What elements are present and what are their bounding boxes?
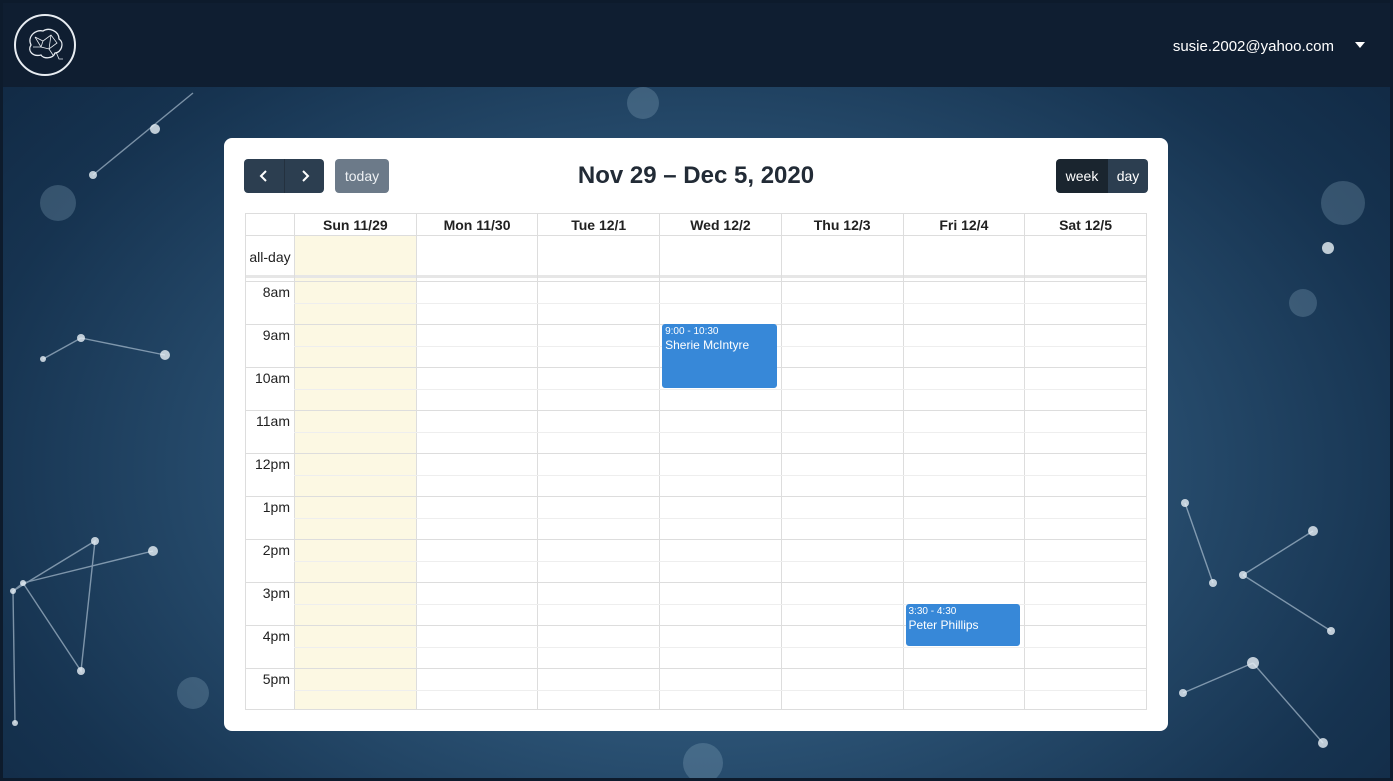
day-header: Sat 12/5 <box>1024 214 1146 236</box>
hour-line <box>246 496 1146 497</box>
user-email[interactable]: susie.2002@yahoo.com <box>1173 38 1334 55</box>
time-slot-label: 3pm <box>262 585 290 601</box>
brain-logo-icon[interactable] <box>14 14 76 76</box>
column-divider <box>902 236 904 709</box>
half-hour-line <box>294 474 1146 476</box>
half-hour-line <box>294 302 1146 304</box>
event-title: Peter Phillips <box>908 617 979 632</box>
time-slot-label: 5pm <box>262 671 290 687</box>
time-slot-label: 12pm <box>254 456 290 472</box>
day-header-row: Sun 11/29 Mon 11/30 Tue 12/1 Wed 12/2 Thu 12… <box>246 214 1146 236</box>
app-frame: susie.2002@yahoo.com today Nov 29 – Dec … <box>3 3 1390 778</box>
column-divider <box>780 236 782 709</box>
all-day-row: all-day <box>246 236 1146 278</box>
hour-line <box>246 582 1146 583</box>
hour-line <box>246 668 1146 669</box>
day-header: Tue 12/1 <box>537 214 659 236</box>
time-slot-label: 11am <box>256 413 290 429</box>
time-slot-label: 9am <box>262 327 290 343</box>
day-header: Thu 12/3 <box>780 214 903 236</box>
day-header: Wed 12/2 <box>659 214 781 236</box>
day-header: Sun 11/29 <box>294 214 416 236</box>
calendar-event[interactable]: 3:30 - 4:30 Peter Phillips <box>905 603 1021 646</box>
column-divider <box>1024 236 1026 709</box>
time-slot-label: 4pm <box>262 628 290 644</box>
half-hour-line <box>294 689 1146 691</box>
event-time: 9:00 - 10:30 <box>665 326 719 337</box>
column-divider <box>415 236 417 709</box>
user-menu-caret-icon[interactable] <box>1355 42 1365 48</box>
hour-line <box>246 539 1146 540</box>
column-divider <box>1145 236 1147 709</box>
half-hour-line <box>294 560 1146 562</box>
half-hour-line <box>294 388 1146 390</box>
today-column-highlight <box>294 236 416 709</box>
column-divider <box>659 236 661 709</box>
top-navbar: susie.2002@yahoo.com <box>3 3 1390 87</box>
time-slot-label: 8am <box>262 284 290 300</box>
calendar-event[interactable]: 9:00 - 10:30 Sherie McIntyre <box>662 324 777 388</box>
column-divider <box>294 236 295 709</box>
hour-line <box>246 453 1146 454</box>
column-divider <box>537 236 539 709</box>
week-grid: Sun 11/29 Mon 11/30 Tue 12/1 Wed 12/2 Thu 12… <box>245 213 1147 710</box>
hour-line <box>246 281 1146 282</box>
hour-line <box>246 410 1146 411</box>
time-slot-label: 10am <box>254 370 290 386</box>
all-day-label: all-day <box>249 249 291 265</box>
view-button-group: week day <box>1056 159 1148 193</box>
day-header: Mon 11/30 <box>415 214 538 236</box>
day-header: Fri 12/4 <box>902 214 1025 236</box>
day-view-button[interactable]: day <box>1108 159 1148 193</box>
half-hour-line <box>294 431 1146 433</box>
calendar-card: today Nov 29 – Dec 5, 2020 week day Sun … <box>224 138 1168 731</box>
calendar-title: Nov 29 – Dec 5, 2020 <box>577 162 815 189</box>
week-view-button[interactable]: week <box>1056 159 1108 193</box>
event-time: 3:30 - 4:30 <box>908 605 957 617</box>
event-title: Sherie McIntyre <box>665 338 750 352</box>
half-hour-line <box>294 517 1146 519</box>
half-hour-line <box>294 646 1146 648</box>
time-slot-label: 2pm <box>262 542 290 558</box>
time-slot-label: 1pm <box>262 499 290 515</box>
